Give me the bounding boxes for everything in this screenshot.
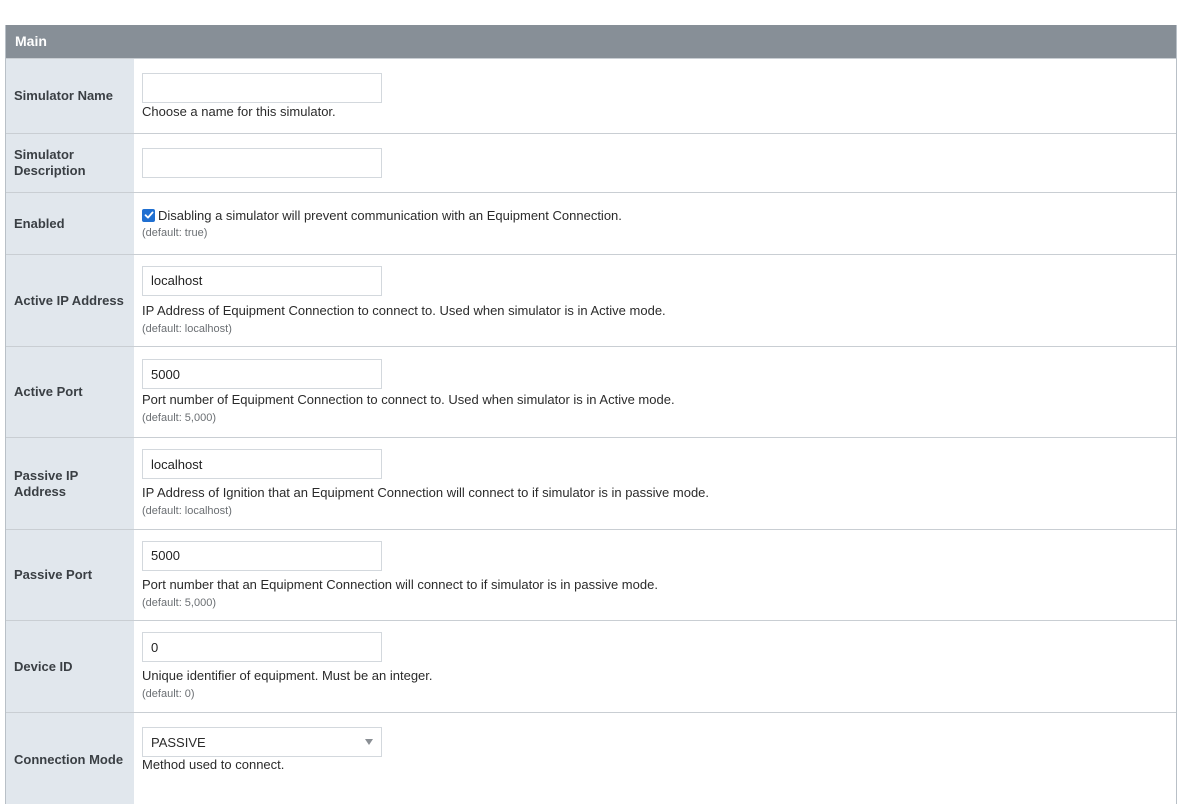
field-label: Simulator Name (6, 59, 134, 133)
field-body: Port number that an Equipment Connection… (134, 530, 1176, 620)
field-body: Unique identifier of equipment. Must be … (134, 621, 1176, 712)
default-text: (default: 5,000) (142, 412, 216, 424)
simulator-description-input[interactable] (142, 148, 382, 178)
field-label: Passive IP Address (6, 438, 134, 529)
field-body: PASSIVE Method used to connect. (134, 713, 1176, 804)
row-connection-mode: Connection Mode PASSIVE Method used to c… (6, 712, 1176, 804)
device-id-input[interactable] (142, 632, 382, 662)
field-body: IP Address of Equipment Connection to co… (134, 255, 1176, 346)
field-body: Choose a name for this simulator. (134, 59, 1176, 133)
connection-mode-value: PASSIVE (151, 734, 206, 750)
active-ip-input[interactable] (142, 265, 382, 296)
default-text: (default: localhost) (142, 505, 232, 517)
help-text: Disabling a simulator will prevent commu… (158, 207, 622, 223)
field-label: Connection Mode (6, 713, 134, 804)
field-body: Disabling a simulator will prevent commu… (134, 193, 1176, 254)
connection-mode-select[interactable]: PASSIVE (142, 727, 382, 757)
field-label: Device ID (6, 621, 134, 712)
help-text: Unique identifier of equipment. Must be … (142, 668, 433, 683)
row-active-port: Active Port Port number of Equipment Con… (6, 346, 1176, 437)
passive-ip-input[interactable] (142, 449, 382, 479)
row-device-id: Device ID Unique identifier of equipment… (6, 620, 1176, 712)
help-text: IP Address of Ignition that an Equipment… (142, 485, 710, 500)
settings-panel: Main Simulator Name Choose a name for th… (5, 25, 1177, 804)
enabled-checkbox[interactable] (142, 208, 155, 222)
check-icon (144, 211, 153, 219)
row-simulator-description: Simulator Description (6, 133, 1176, 192)
default-text: (default: 5,000) (142, 596, 216, 609)
active-port-input[interactable] (142, 359, 382, 389)
field-label: Active Port (6, 347, 134, 437)
default-text: (default: 0) (142, 688, 195, 700)
field-label: Active IP Address (6, 255, 134, 346)
row-simulator-name: Simulator Name Choose a name for this si… (6, 58, 1176, 133)
help-text: Port number of Equipment Connection to c… (142, 392, 675, 407)
field-label: Simulator Description (6, 134, 134, 192)
field-body (134, 134, 1176, 192)
passive-port-input[interactable] (142, 540, 382, 571)
field-body: IP Address of Ignition that an Equipment… (134, 438, 1176, 529)
help-text: Choose a name for this simulator. (142, 103, 336, 119)
row-passive-ip: Passive IP Address IP Address of Ignitio… (6, 437, 1176, 529)
row-enabled: Enabled Disabling a simulator will preve… (6, 192, 1176, 254)
default-text: (default: true) (142, 226, 208, 239)
row-active-ip: Active IP Address IP Address of Equipmen… (6, 254, 1176, 346)
enabled-checkbox-line: Disabling a simulator will prevent commu… (142, 208, 1176, 223)
chevron-down-icon (365, 739, 373, 745)
section-header-main: Main (6, 25, 1176, 58)
help-text: IP Address of Equipment Connection to co… (142, 302, 666, 318)
field-label: Passive Port (6, 530, 134, 620)
field-body: Port number of Equipment Connection to c… (134, 347, 1176, 437)
simulator-name-input[interactable] (142, 72, 382, 103)
row-passive-port: Passive Port Port number that an Equipme… (6, 529, 1176, 620)
default-text: (default: localhost) (142, 322, 232, 335)
field-label: Enabled (6, 193, 134, 254)
help-text: Port number that an Equipment Connection… (142, 576, 658, 592)
